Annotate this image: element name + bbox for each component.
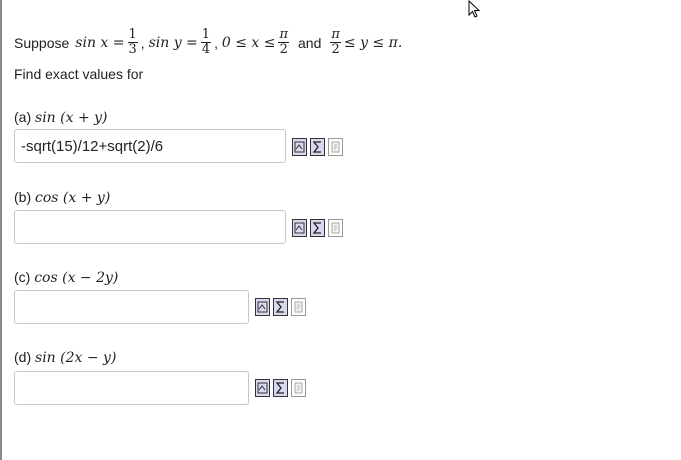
- answer-input-a[interactable]: [14, 129, 286, 163]
- pi-over-2-a: π 2: [278, 27, 290, 57]
- instruction: Find exact values for: [14, 66, 144, 82]
- answer-input-c[interactable]: [14, 290, 249, 324]
- left-border: [0, 0, 2, 460]
- pi-over-2-b: π 2: [330, 28, 341, 57]
- sin-y-lhs: sin y =: [148, 34, 198, 51]
- part-d-prefix: (d): [14, 349, 32, 365]
- part-c-prefix: (c): [14, 269, 31, 285]
- sin-y-fraction: 1 4: [200, 27, 212, 57]
- pi-num-a: π: [278, 27, 290, 43]
- sin-x-den: 3: [128, 42, 137, 57]
- pi-den-b: 2: [331, 42, 340, 57]
- icon-group-b: [292, 219, 343, 237]
- sin-x-lhs: sin x =: [75, 34, 125, 51]
- part-b-expression: cos (x + y): [35, 190, 111, 206]
- icon-group-d: [255, 379, 306, 397]
- y-condition: ≤ y ≤ π.: [343, 34, 403, 51]
- answer-input-d[interactable]: [14, 371, 249, 405]
- preview-icon[interactable]: [328, 138, 343, 156]
- preview-icon[interactable]: [328, 219, 343, 237]
- icon-group-c: [255, 298, 306, 316]
- pi-num-b: π: [330, 27, 341, 43]
- sigma-palette-icon[interactable]: [273, 298, 288, 316]
- problem-statement: Suppose sin x = 1 3 , sin y = 1 4 , 0 ≤ …: [14, 27, 403, 57]
- equation-editor-icon[interactable]: [292, 219, 307, 237]
- mouse-cursor-icon: [468, 0, 481, 18]
- part-d-expression: sin (2x − y): [35, 350, 117, 366]
- equation-editor-icon[interactable]: [255, 379, 270, 397]
- part-b-label: (b) cos (x + y): [14, 189, 110, 206]
- equation-editor-icon[interactable]: [255, 298, 270, 316]
- part-a-expression: sin (x + y): [35, 110, 108, 126]
- pi-den-a: 2: [279, 42, 288, 57]
- part-d-label: (d) sin (2x − y): [14, 349, 116, 366]
- and-text: and: [298, 34, 322, 51]
- equation-editor-icon[interactable]: [292, 138, 307, 156]
- icon-group-a: [292, 138, 343, 156]
- x-condition: 0 ≤ x ≤: [221, 34, 276, 51]
- part-c-label: (c) cos (x − 2y): [14, 269, 118, 286]
- part-a-label: (a) sin (x + y): [14, 109, 108, 126]
- answer-input-b[interactable]: [14, 210, 286, 244]
- sin-x-num: 1: [127, 27, 138, 43]
- sin-y-den: 4: [201, 42, 211, 57]
- sin-y-num: 1: [200, 27, 212, 43]
- sigma-palette-icon[interactable]: [310, 138, 325, 156]
- problem-intro: Suppose: [14, 34, 70, 51]
- sin-x-fraction: 1 3: [127, 27, 138, 57]
- preview-icon[interactable]: [291, 379, 306, 397]
- sigma-palette-icon[interactable]: [310, 219, 325, 237]
- sigma-palette-icon[interactable]: [273, 379, 288, 397]
- part-c-expression: cos (x − 2y): [34, 270, 119, 286]
- preview-icon[interactable]: [291, 298, 306, 316]
- part-a-prefix: (a): [14, 109, 32, 125]
- part-b-prefix: (b): [14, 189, 32, 205]
